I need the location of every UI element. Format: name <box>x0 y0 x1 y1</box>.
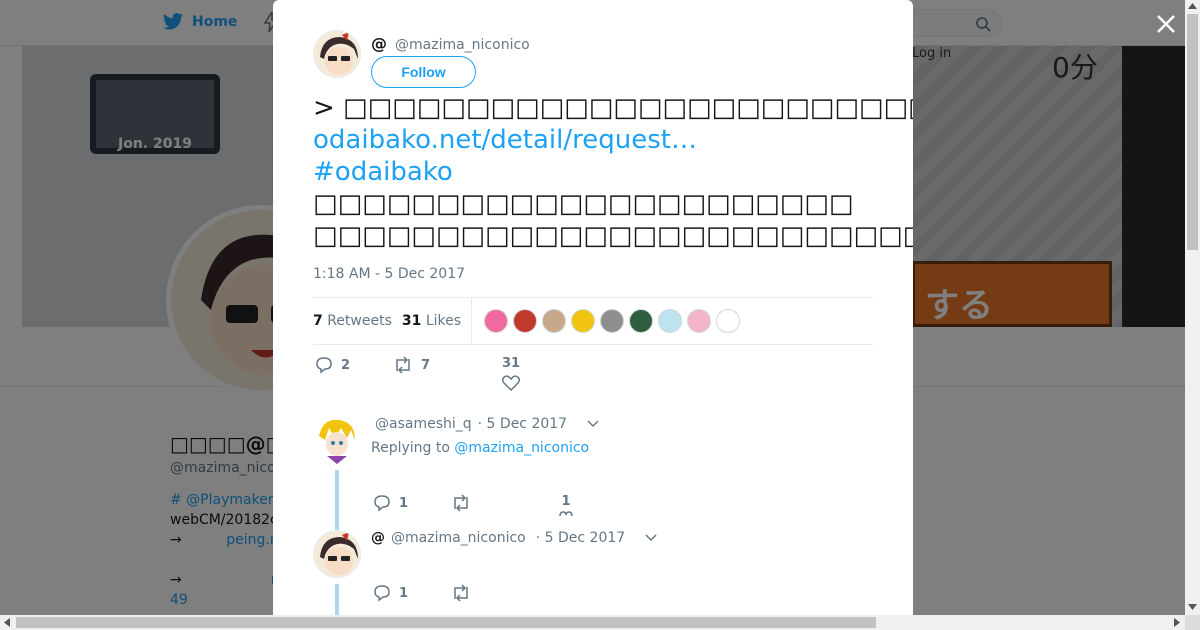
reply-handle[interactable]: @mazima_niconico <box>391 530 526 546</box>
like-action[interactable]: 31 <box>502 356 520 391</box>
tweet-actions: 2 7 31 <box>313 356 873 396</box>
liker-avatar[interactable] <box>513 309 538 333</box>
tweet-text-line: > □□□□□□□□□□□□□□□□□□□□□□□□□□□□□□□□□□□□□□… <box>313 93 913 123</box>
liker-avatar[interactable] <box>542 309 567 333</box>
vertical-scroll-thumb[interactable] <box>1187 14 1198 250</box>
retweet-action[interactable] <box>451 584 471 602</box>
liker-avatar[interactable] <box>658 309 683 333</box>
reply-icon <box>374 585 390 602</box>
retweet-icon <box>454 584 468 602</box>
replying-to: Replying to @mazima_niconico <box>371 440 589 456</box>
liker-avatar[interactable] <box>484 309 509 333</box>
avatar-illustration <box>314 31 360 77</box>
heart-icon <box>502 375 521 391</box>
replying-to-link[interactable]: @mazima_niconico <box>454 440 589 456</box>
reply-avatar[interactable] <box>313 416 361 464</box>
retweet-icon <box>454 494 468 512</box>
replying-prefix: Replying to <box>371 440 450 456</box>
scroll-right-arrow-icon[interactable] <box>1174 618 1180 627</box>
retweet-stat-count: 7 <box>313 313 323 329</box>
vertical-scrollbar[interactable] <box>1185 0 1200 615</box>
retweet-stat-label: Retweets <box>327 313 392 329</box>
author-name[interactable]: @ <box>371 34 387 53</box>
like-count: 31 <box>502 356 521 371</box>
horizontal-scroll-thumb[interactable] <box>16 617 876 628</box>
tweet-modal: @ @mazima_niconico Follow > □□□□□□□□□□□□… <box>273 0 913 615</box>
reply-header: @asameshi_q · 5 Dec 2017 <box>375 416 599 432</box>
tweet-author: @ @mazima_niconico <box>371 34 530 53</box>
author-avatar[interactable] <box>313 30 361 78</box>
tweet-link[interactable]: odaibako.net/detail/request… <box>313 124 913 156</box>
follow-button[interactable]: Follow <box>371 56 476 88</box>
retweet-action[interactable] <box>451 494 471 512</box>
thread-line <box>335 584 339 615</box>
reply-actions: 1 <box>371 584 671 608</box>
retweet-icon <box>396 356 410 374</box>
like-count: 1 <box>561 494 571 509</box>
tweet-text-line: □□□□□□□□□□□□□□□□□□□□□□□□□□□□□□□□ <box>313 221 913 251</box>
author-handle[interactable]: @mazima_niconico <box>395 37 530 53</box>
reply-icon <box>316 357 332 374</box>
reply-action[interactable]: 1 <box>373 494 408 512</box>
reply-count: 1 <box>399 495 409 511</box>
retweet-stat[interactable]: 7 Retweets <box>313 313 392 329</box>
reply-action[interactable]: 2 <box>315 356 350 374</box>
tweet-text: > □□□□□□□□□□□□□□□□□□□□□□□□□□□□□□□□□□□□□□… <box>313 92 913 252</box>
chevron-down-icon[interactable] <box>587 420 599 428</box>
reply-count: 2 <box>341 357 351 373</box>
tweet-text-line: □□□□□□□□□□□□□□□□□□□□□□ <box>313 189 854 219</box>
liker-avatar[interactable] <box>629 309 654 333</box>
reply-date[interactable]: · 5 Dec 2017 <box>536 530 625 546</box>
reply-action[interactable]: 1 <box>373 584 408 602</box>
scroll-up-arrow-icon[interactable] <box>1188 3 1197 9</box>
reply-date[interactable]: · 5 Dec 2017 <box>478 416 567 432</box>
heart-icon <box>559 511 573 517</box>
reply-icon <box>374 495 390 512</box>
retweet-count: 7 <box>421 357 431 373</box>
chevron-down-icon[interactable] <box>645 534 657 542</box>
reply-handle[interactable]: @asameshi_q <box>375 416 472 432</box>
reply-count: 1 <box>399 585 409 601</box>
scroll-down-arrow-icon[interactable] <box>1188 604 1197 610</box>
liker-avatar[interactable] <box>600 309 625 333</box>
liker-avatar[interactable] <box>687 309 712 333</box>
avatar-illustration <box>314 531 360 577</box>
avatar-illustration <box>319 419 355 464</box>
like-action[interactable]: 1 <box>559 494 573 517</box>
reply-author-name[interactable]: @ <box>371 530 385 546</box>
reply-avatar[interactable] <box>313 530 361 578</box>
thread-line <box>335 470 339 530</box>
reply-header: @ @mazima_niconico · 5 Dec 2017 <box>371 530 657 546</box>
tweet-stats: 7 Retweets 31 Likes <box>313 297 873 345</box>
liker-avatars <box>484 309 741 333</box>
retweet-action[interactable]: 7 <box>393 356 430 374</box>
stats-divider <box>471 297 473 345</box>
horizontal-scrollbar[interactable] <box>0 615 1185 630</box>
liker-avatar[interactable] <box>716 309 741 333</box>
liker-avatar[interactable] <box>571 309 596 333</box>
close-icon[interactable] <box>1152 10 1180 38</box>
like-stat-count: 31 <box>401 313 422 329</box>
like-stat-label: Likes <box>425 313 462 329</box>
reply-actions: 1 1 <box>371 494 671 518</box>
tweet-hashtag[interactable]: #odaibako <box>313 156 913 188</box>
like-stat[interactable]: 31 Likes <box>402 313 461 329</box>
scrollbar-corner <box>1185 615 1200 630</box>
scroll-left-arrow-icon[interactable] <box>4 618 10 627</box>
tweet-timestamp[interactable]: 1:18 AM - 5 Dec 2017 <box>313 266 465 282</box>
